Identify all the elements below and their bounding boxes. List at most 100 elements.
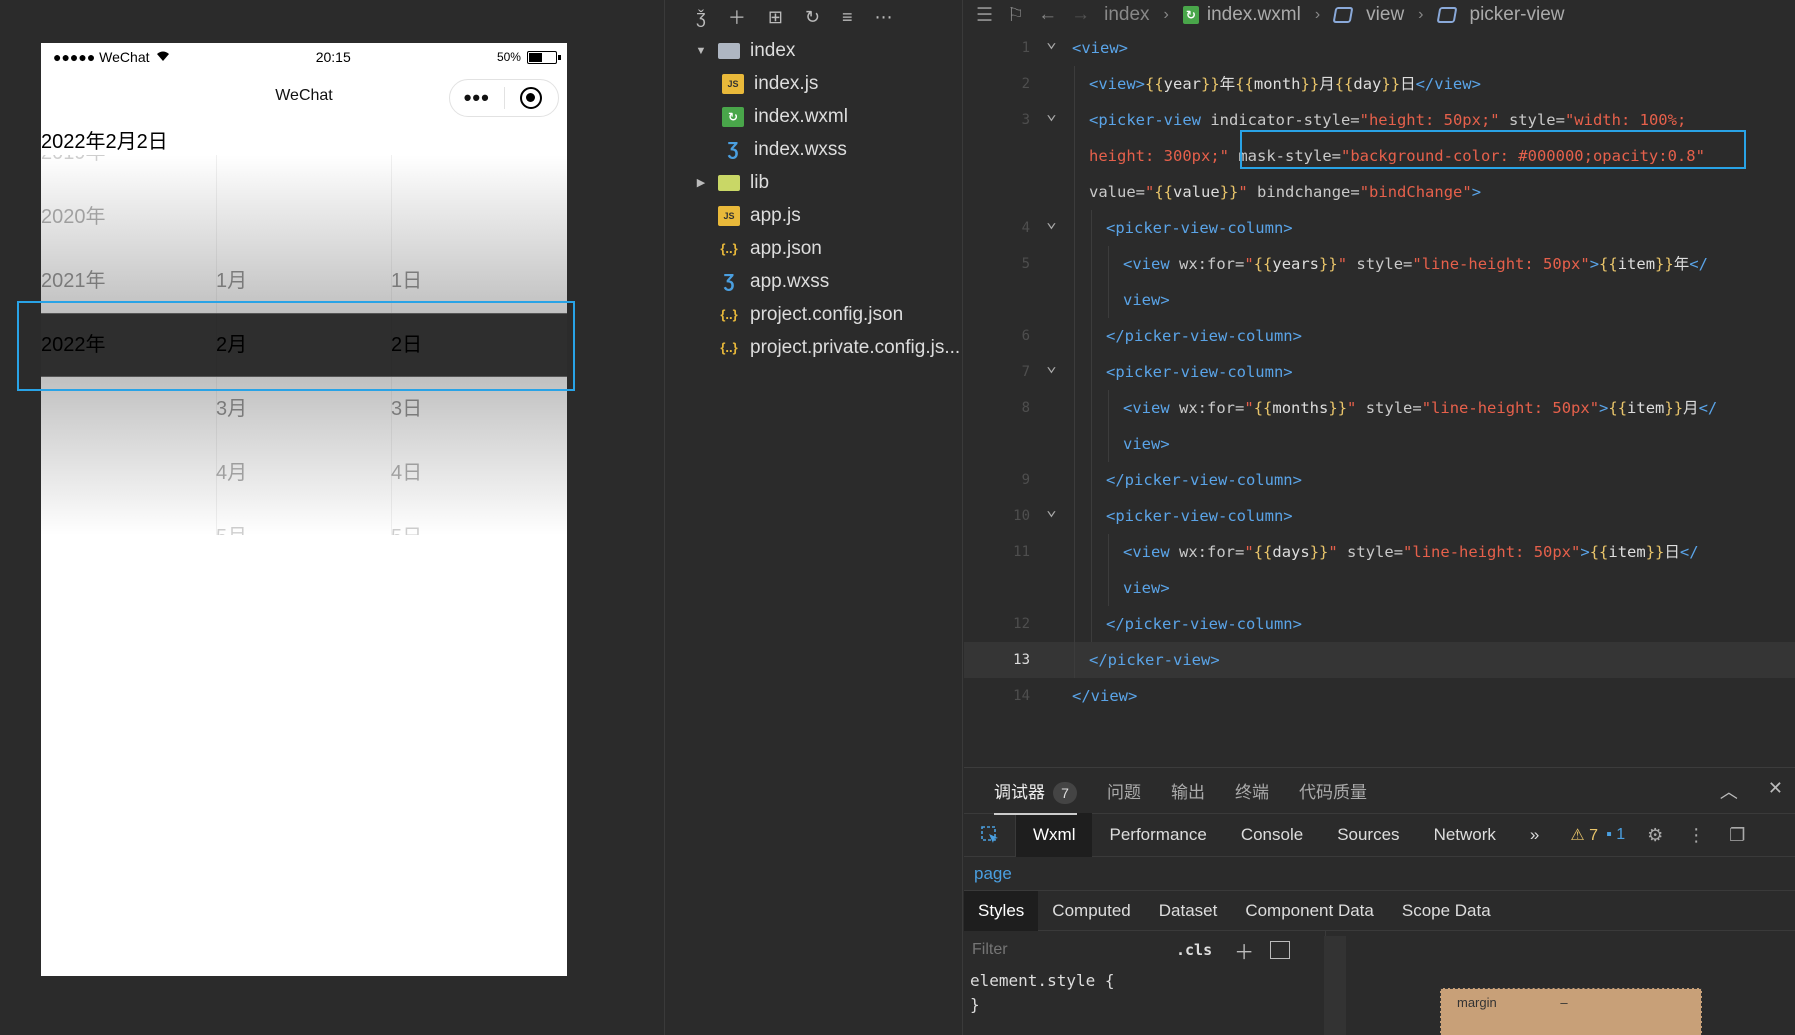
tab-wxml[interactable]: Wxml (1016, 813, 1093, 857)
tree-item-label: app.wxss (750, 270, 830, 292)
code-text: </picker-view-column> (1106, 471, 1302, 489)
styles-scrollbar[interactable] (1324, 936, 1346, 1035)
outline-icon[interactable]: ☰ (976, 4, 993, 27)
tree-item-project-private-config-js-[interactable]: {..} project.private.config.js... (666, 331, 962, 364)
code-line[interactable]: 13 </picker-view> (964, 642, 1795, 678)
tree-item-index-wxml[interactable]: ↻ index.wxml (666, 100, 962, 133)
cls-button[interactable]: .cls (1176, 941, 1212, 959)
line-number: 14 (1013, 688, 1030, 704)
refresh-icon[interactable]: ↻ (805, 7, 820, 28)
tab-performance[interactable]: Performance (1092, 813, 1223, 857)
close-button[interactable] (505, 87, 559, 109)
fold-chevron-icon[interactable]: ⌄ (1046, 24, 1057, 60)
code-line[interactable]: 12 </picker-view-column> (964, 606, 1795, 642)
fold-chevron-icon[interactable]: ⌄ (1046, 96, 1057, 132)
more-tabs-button[interactable]: » (1513, 813, 1556, 857)
code-line[interactable]: 10 ⌄ <picker-view-column> (964, 498, 1795, 534)
breadcrumb-view[interactable]: view (1366, 4, 1404, 26)
code-line[interactable]: view> (964, 426, 1795, 462)
gear-icon[interactable]: ⚙ (1647, 825, 1663, 846)
tab-component-data[interactable]: Component Data (1231, 891, 1388, 931)
wxml-file-icon: ↻ (722, 106, 744, 127)
code-line[interactable]: view> (964, 282, 1795, 318)
dock-icon[interactable]: ❐ (1729, 825, 1745, 846)
code-line[interactable]: 6 </picker-view-column> (964, 318, 1795, 354)
tree-item-label: index.wxss (754, 138, 847, 160)
phone-screen: ●●●●● WeChat 20:15 50% WeChat ••• 2022年2… (41, 43, 567, 976)
tree-item-app-wxss[interactable]: Ʒapp.wxss (666, 265, 962, 298)
wxml-file-icon: ↻ (1182, 6, 1199, 24)
bookmark-icon[interactable]: ⚐ (1007, 4, 1024, 27)
tab-network[interactable]: Network (1417, 813, 1513, 857)
tab-output[interactable]: 输出 (1171, 778, 1205, 803)
tree-item-project-config-json[interactable]: {..} project.config.json (666, 298, 962, 331)
breadcrumb-picker-view[interactable]: picker-view (1470, 4, 1565, 26)
new-file-icon[interactable]: ＋ (728, 4, 746, 30)
tab-sources[interactable]: Sources (1320, 813, 1416, 857)
code-text: </picker-view> (1089, 651, 1220, 669)
code-line[interactable]: view> (964, 570, 1795, 606)
picker-item[interactable]: 2019年 (41, 155, 106, 185)
code-line[interactable]: 8 <view wx:for="{{months}}" style="line-h… (964, 390, 1795, 426)
tab-styles[interactable]: Styles (964, 890, 1039, 931)
kebab-menu-icon[interactable]: ⋮ (1687, 825, 1705, 846)
new-folder-icon[interactable]: ⊞ (768, 7, 783, 28)
breadcrumb-file[interactable]: index.wxml (1207, 4, 1301, 26)
code-line[interactable]: 7 ⌄ <picker-view-column> (964, 354, 1795, 390)
close-icon[interactable]: ✕ (1768, 778, 1783, 804)
tab-console[interactable]: Console (1224, 813, 1320, 857)
filter-files-icon[interactable]: ǯ (696, 7, 706, 28)
tree-item-index[interactable]: ▼ index (666, 34, 962, 67)
tab-terminal[interactable]: 终端 (1235, 778, 1269, 803)
more-button[interactable]: ••• (450, 87, 504, 109)
fold-chevron-icon[interactable]: ⌄ (1046, 204, 1057, 240)
tab-scope-data[interactable]: Scope Data (1388, 891, 1505, 931)
chevron-down-icon[interactable]: ▼ (692, 45, 710, 57)
styles-filter-input[interactable] (964, 935, 1164, 965)
fold-chevron-icon[interactable]: ⌄ (1046, 492, 1057, 528)
collapse-icon[interactable]: ≡ (842, 7, 853, 28)
picker-item[interactable]: 4月 (216, 441, 247, 505)
more-icon[interactable]: ⋯ (875, 7, 893, 28)
toggle-sidebar-icon[interactable] (1270, 941, 1291, 959)
code-line[interactable]: 2 <view>{{year}}年{{month}}月{{day}}日</view… (964, 66, 1795, 102)
tree-item-app-js[interactable]: JS app.js (666, 199, 962, 232)
chevron-up-icon[interactable]: ︿ (1720, 778, 1738, 804)
mask-style-highlight-box (1240, 130, 1746, 169)
tab-dataset[interactable]: Dataset (1145, 891, 1232, 931)
forward-icon[interactable]: → (1071, 4, 1090, 26)
code-line[interactable]: 5 <view wx:for="{{years}}" style="line-he… (964, 246, 1795, 282)
tab-code-quality[interactable]: 代码质量 (1299, 778, 1367, 803)
tree-item-label: project.private.config.js... (750, 336, 961, 358)
add-style-icon[interactable]: ＋ (1234, 936, 1254, 965)
picker-item[interactable]: 2020年 (41, 185, 106, 249)
tree-item-index-wxss[interactable]: Ʒindex.wxss (666, 133, 962, 166)
wxml-breadcrumb[interactable]: page (964, 857, 1795, 891)
breadcrumb-index[interactable]: index (1104, 4, 1149, 26)
code-line[interactable]: 1 ⌄ <view> (964, 30, 1795, 66)
code-line[interactable]: 9 </picker-view-column> (964, 462, 1795, 498)
picker-item[interactable]: 5月 (216, 505, 247, 535)
picker-item[interactable]: 4日 (391, 441, 422, 505)
indicator-highlight-box (17, 301, 575, 391)
folder-lib-file-icon (718, 174, 740, 191)
tab-computed[interactable]: Computed (1038, 891, 1144, 931)
fold-chevron-icon[interactable]: ⌄ (1046, 348, 1057, 384)
code-line[interactable]: 4 ⌄ <picker-view-column> (964, 210, 1795, 246)
picker-item[interactable]: 5日 (391, 505, 422, 535)
tree-item-app-json[interactable]: {..} app.json (666, 232, 962, 265)
info-count[interactable]: ▪ 1 (1606, 826, 1625, 844)
inspect-icon[interactable] (964, 813, 1016, 857)
code-line[interactable]: value="{{value}}" bindchange="bindChange… (964, 174, 1795, 210)
date-text: 2022年2月2日 (41, 131, 168, 153)
code-line[interactable]: 11 <view wx:for="{{days}}" style="line-he… (964, 534, 1795, 570)
chevron-right-icon[interactable]: ▶ (692, 176, 710, 189)
warning-count[interactable]: ⚠ 7 (1570, 825, 1598, 845)
devtools-panel: 调试器 7 问题 输出 终端 代码质量 ︿ ✕ Wxml Performance … (964, 767, 1795, 1035)
tree-item-lib[interactable]: ▶ lib (666, 166, 962, 199)
tab-debugger[interactable]: 调试器 7 (994, 778, 1077, 815)
code-line[interactable]: 14 </view> (964, 678, 1795, 714)
tree-item-index-js[interactable]: JS index.js (666, 67, 962, 100)
back-icon[interactable]: ← (1038, 4, 1057, 26)
tab-problems[interactable]: 问题 (1107, 778, 1141, 803)
